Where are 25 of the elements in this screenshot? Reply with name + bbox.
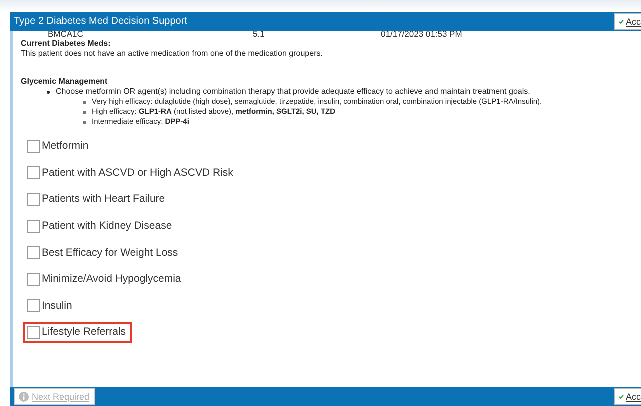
- option-checkbox[interactable]: Lifestyle Referrals: [23, 322, 132, 343]
- option-checkbox[interactable]: Patient with ASCVD or High ASCVD Risk: [23, 162, 240, 184]
- bullet-icon: [83, 101, 86, 104]
- lab-cell-text: 5.1: [253, 30, 266, 39]
- section-heading: Current Diabetes Meds:: [21, 39, 112, 49]
- section-heading: Glycemic Management: [21, 77, 109, 87]
- check-icon: [619, 18, 624, 26]
- option-checkbox[interactable]: Insulin: [23, 295, 78, 316]
- option-checkbox[interactable]: Patient with Kidney Disease: [23, 216, 178, 237]
- lab-cell-text: 01/17/2023 01:53 PM: [381, 30, 464, 39]
- option-checkbox[interactable]: Metformin: [23, 136, 95, 157]
- info-icon: [19, 392, 29, 402]
- bullet-icon: [83, 111, 86, 114]
- guidance-text: Choose metformin OR agent(s) including combination therapy that provide adequate efficacy to achieve and maintain treatment goals.: [56, 87, 530, 97]
- meds-text: This patient does not have an active medication from one of the medication groupers.: [21, 49, 324, 59]
- accept-button[interactable]: Acc: [614, 13, 641, 30]
- lab-cell-text: BMCA1C: [48, 30, 84, 39]
- bullet-icon: [83, 121, 86, 124]
- option-checkbox[interactable]: Minimize/Avoid Hypoglycemia: [23, 268, 188, 290]
- check-icon: [619, 392, 624, 400]
- option-checkbox[interactable]: Best Efficacy for Weight Loss: [23, 242, 184, 264]
- bullet-icon: [47, 91, 50, 94]
- accept-button[interactable]: Acc: [614, 388, 641, 405]
- option-checkbox[interactable]: Patients with Heart Failure: [23, 188, 172, 210]
- window-title: Type 2 Diabetes Med Decision Support: [13, 16, 188, 27]
